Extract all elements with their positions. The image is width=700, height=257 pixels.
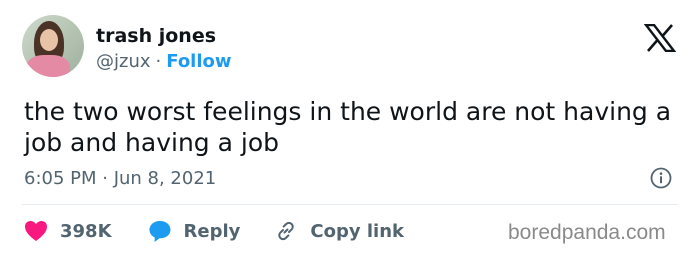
x-logo-icon[interactable] — [644, 24, 676, 52]
link-icon — [278, 221, 295, 241]
action-bar: 398K Reply Copy link — [24, 218, 404, 244]
avatar-face — [40, 29, 58, 51]
author-handle-row: @jzux · Follow — [96, 51, 232, 72]
copy-link-button[interactable]: Copy link — [274, 219, 404, 243]
reply-label: Reply — [183, 220, 241, 242]
handle-separator: · — [155, 51, 162, 72]
divider — [22, 204, 678, 205]
copy-link-label: Copy link — [310, 220, 404, 242]
info-icon[interactable] — [650, 167, 672, 189]
avatar-shirt — [26, 55, 70, 77]
like-button[interactable]: 398K — [24, 220, 112, 242]
tweet-timestamp[interactable]: 6:05 PM · Jun 8, 2021 — [24, 168, 216, 189]
heart-icon — [25, 221, 47, 241]
author-handle[interactable]: @jzux — [96, 51, 151, 72]
author-name[interactable]: trash jones — [96, 25, 216, 47]
avatar[interactable] — [22, 15, 84, 77]
tweet-text: the two worst feelings in the world are … — [24, 97, 672, 157]
like-count: 398K — [60, 220, 112, 242]
speech-bubble-icon — [149, 221, 171, 242]
follow-button[interactable]: Follow — [166, 51, 231, 72]
watermark: boredpanda.com — [508, 221, 666, 244]
tweet-card: trash jones @jzux · Follow the two worst f… — [0, 0, 700, 257]
reply-button[interactable]: Reply — [148, 219, 241, 243]
